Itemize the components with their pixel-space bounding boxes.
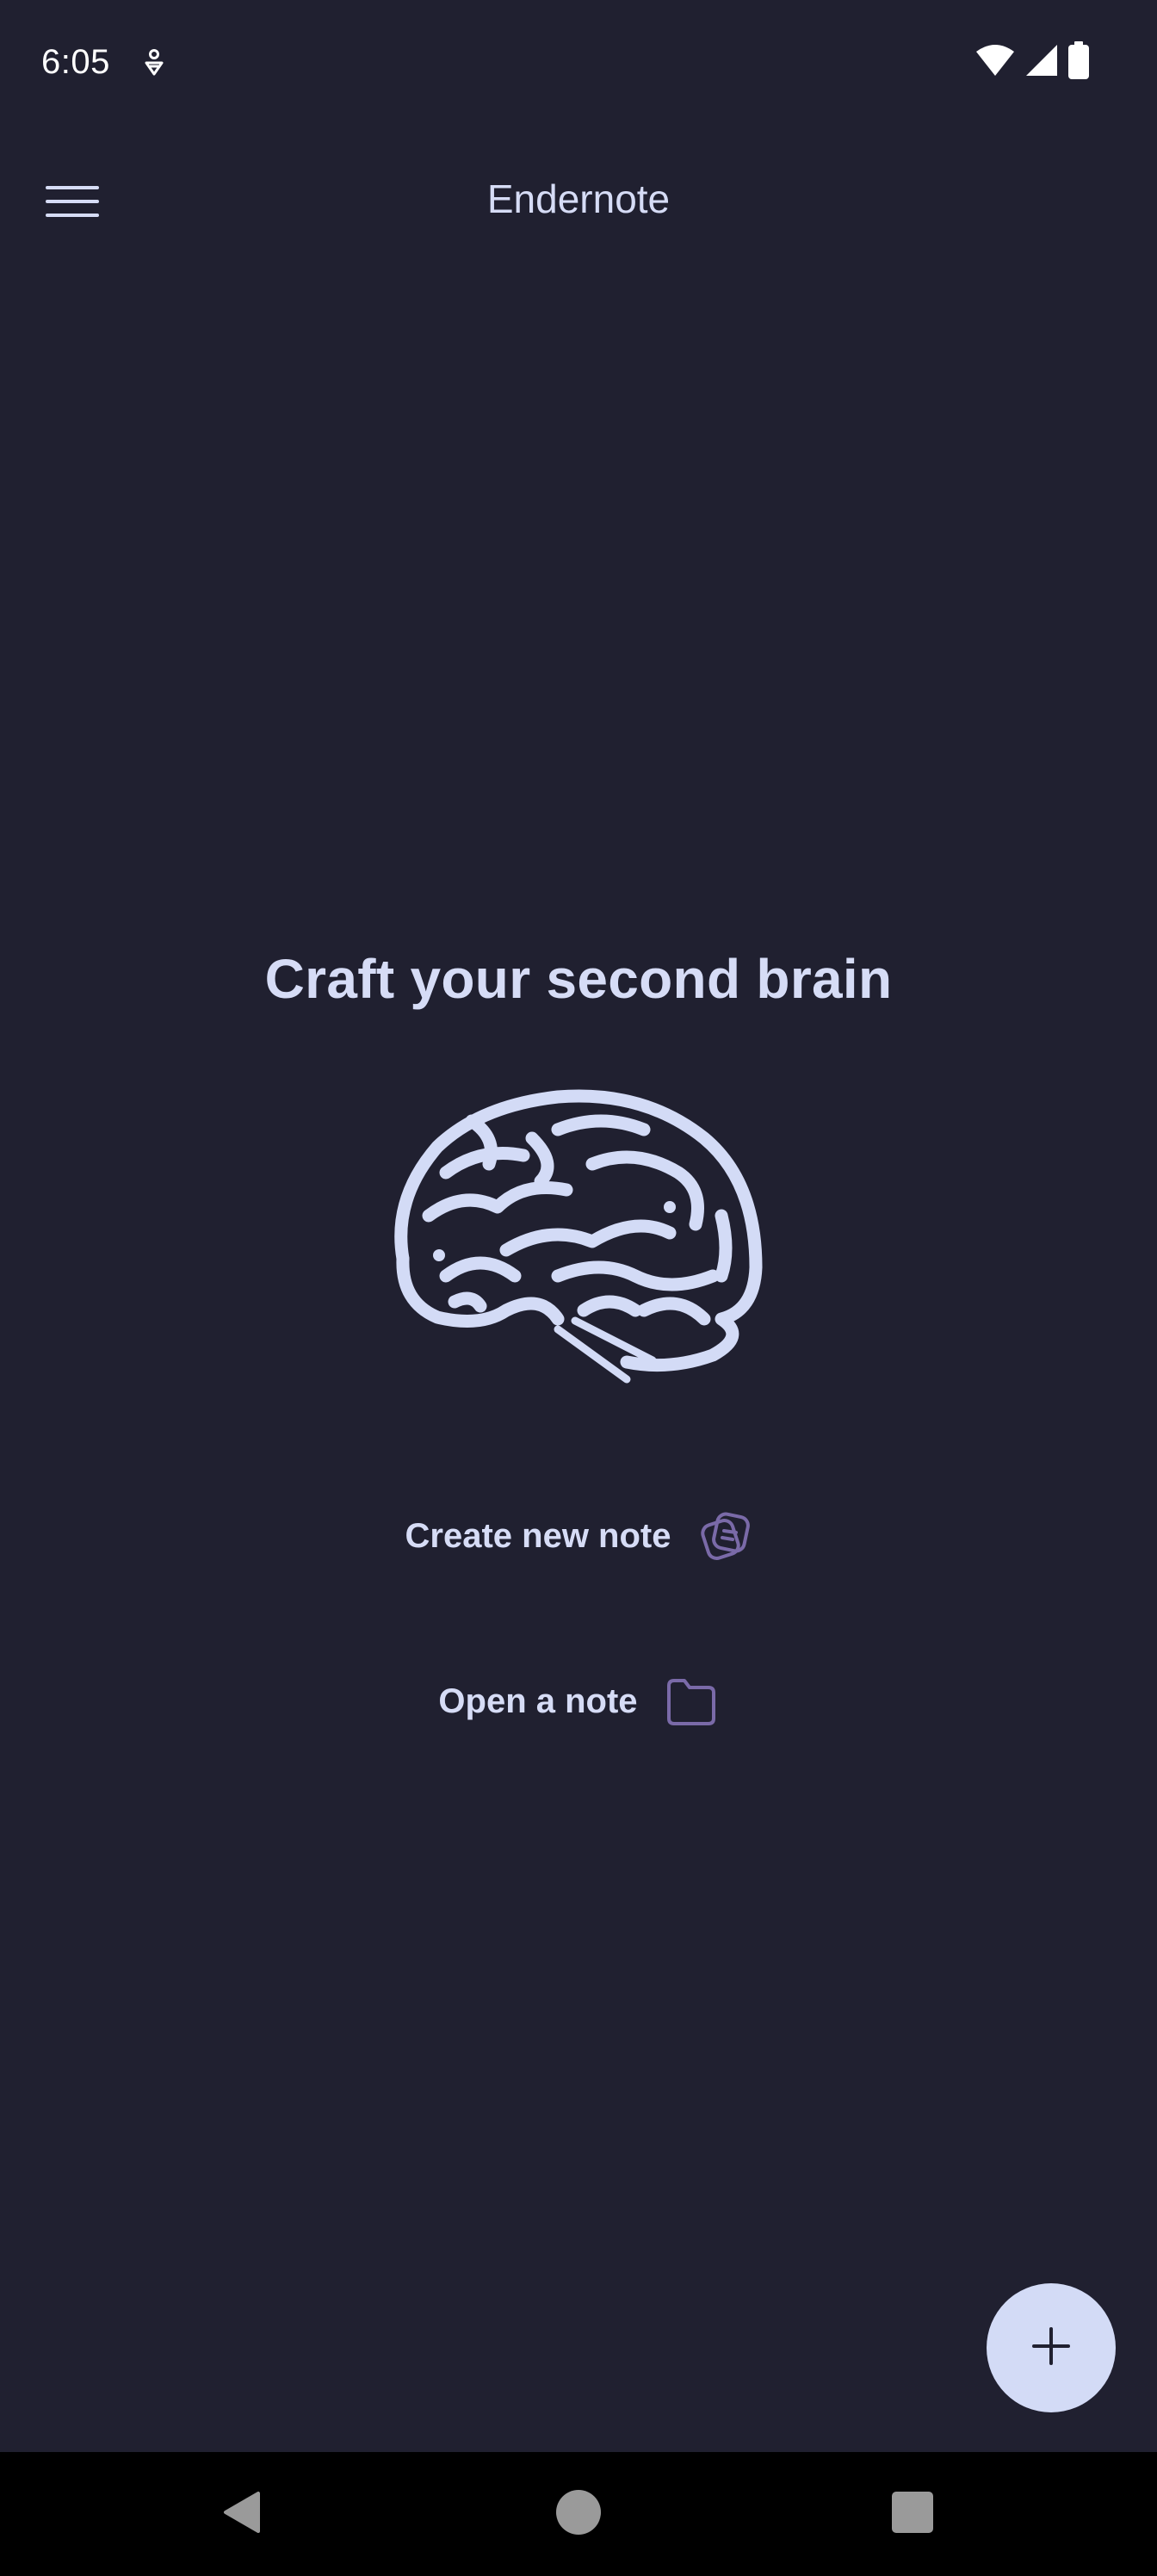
battery-icon	[1067, 40, 1090, 84]
recents-button[interactable]	[878, 2480, 947, 2548]
back-button[interactable]	[208, 2480, 277, 2548]
app-title: Endernote	[486, 176, 671, 221]
open-note-button[interactable]: Open a note	[0, 1670, 1157, 1732]
folder-icon	[664, 1674, 719, 1729]
plus-icon	[1030, 2325, 1072, 2371]
open-note-label: Open a note	[438, 1681, 638, 1720]
notes-icon	[696, 1508, 752, 1564]
create-new-note-button[interactable]: Create new note	[0, 1505, 1157, 1567]
brain-icon	[386, 1087, 771, 1390]
system-nav-bar	[0, 2452, 1157, 2576]
notification-icon	[141, 48, 167, 79]
create-new-note-label: Create new note	[405, 1516, 671, 1555]
home-icon	[554, 2488, 603, 2541]
back-icon	[219, 2488, 267, 2541]
recents-icon	[890, 2490, 935, 2539]
add-note-fab[interactable]	[987, 2283, 1116, 2412]
status-time: 6:05	[41, 43, 110, 81]
hero-title: Craft your second brain	[264, 948, 893, 1010]
status-bar: 6:05	[0, 0, 1157, 129]
wifi-icon	[974, 43, 1016, 82]
home-button[interactable]	[544, 2480, 613, 2548]
signal-icon	[1024, 43, 1059, 82]
status-icons	[974, 40, 1090, 84]
app-bar: Endernote	[0, 129, 1157, 276]
